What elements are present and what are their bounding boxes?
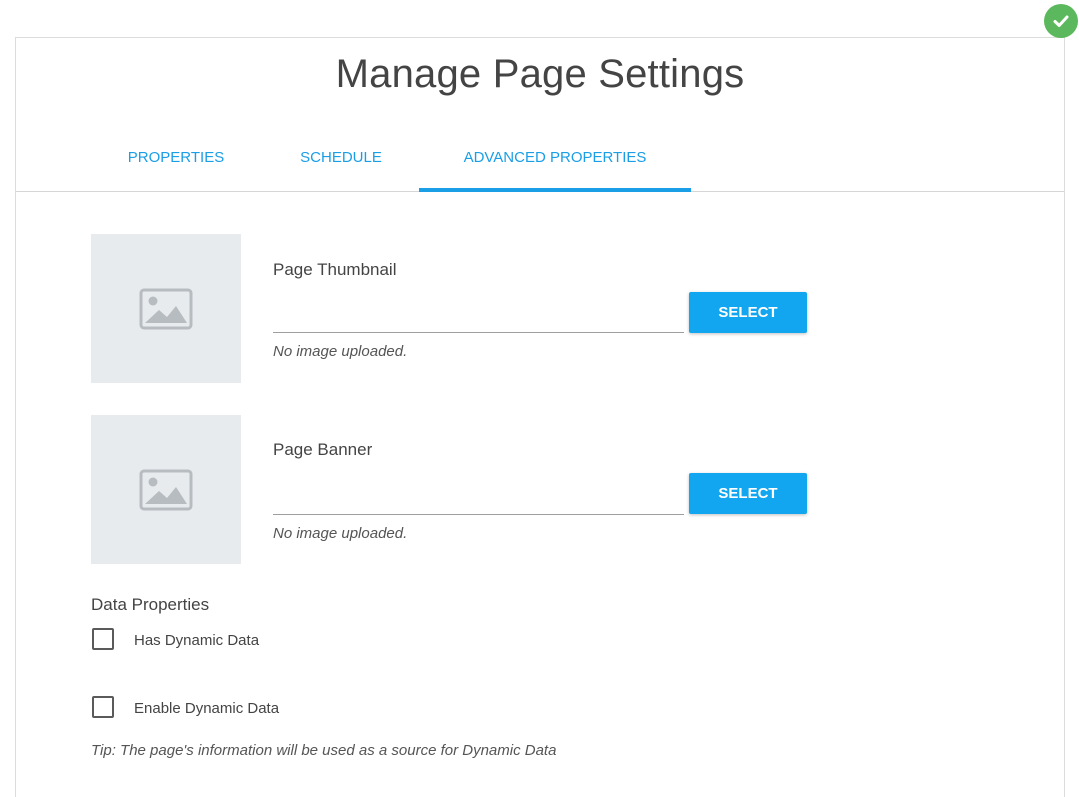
tab-properties[interactable]: PROPERTIES [116,143,236,191]
banner-field[interactable] [273,514,684,515]
page-settings-panel: Manage Page Settings PROPERTIES SCHEDULE… [15,37,1065,797]
image-placeholder-icon [139,288,193,329]
thumbnail-preview [91,234,241,383]
data-properties-heading: Data Properties [91,595,210,614]
banner-status: No image uploaded. [273,525,408,542]
tab-bar: PROPERTIES SCHEDULE ADVANCED PROPERTIES [16,143,1064,192]
thumbnail-label: Page Thumbnail [273,260,397,279]
banner-select-button[interactable]: SELECT [689,473,807,514]
tab-schedule[interactable]: SCHEDULE [286,143,396,191]
thumbnail-select-button[interactable]: SELECT [689,292,807,333]
has-dynamic-data-checkbox[interactable] [92,628,114,650]
has-dynamic-data-label[interactable]: Has Dynamic Data [134,632,259,649]
image-placeholder-icon [139,469,193,510]
enable-dynamic-data-label[interactable]: Enable Dynamic Data [134,700,279,717]
dynamic-data-tip: Tip: The page's information will be used… [91,742,557,759]
page-title: Manage Page Settings [335,52,745,96]
thumbnail-field[interactable] [273,332,684,333]
enable-dynamic-data-checkbox[interactable] [92,696,114,718]
tab-advanced-properties[interactable]: ADVANCED PROPERTIES [419,143,691,192]
banner-preview [91,415,241,564]
banner-label: Page Banner [273,440,373,459]
thumbnail-status: No image uploaded. [273,343,408,360]
check-circle-icon [1044,4,1078,38]
